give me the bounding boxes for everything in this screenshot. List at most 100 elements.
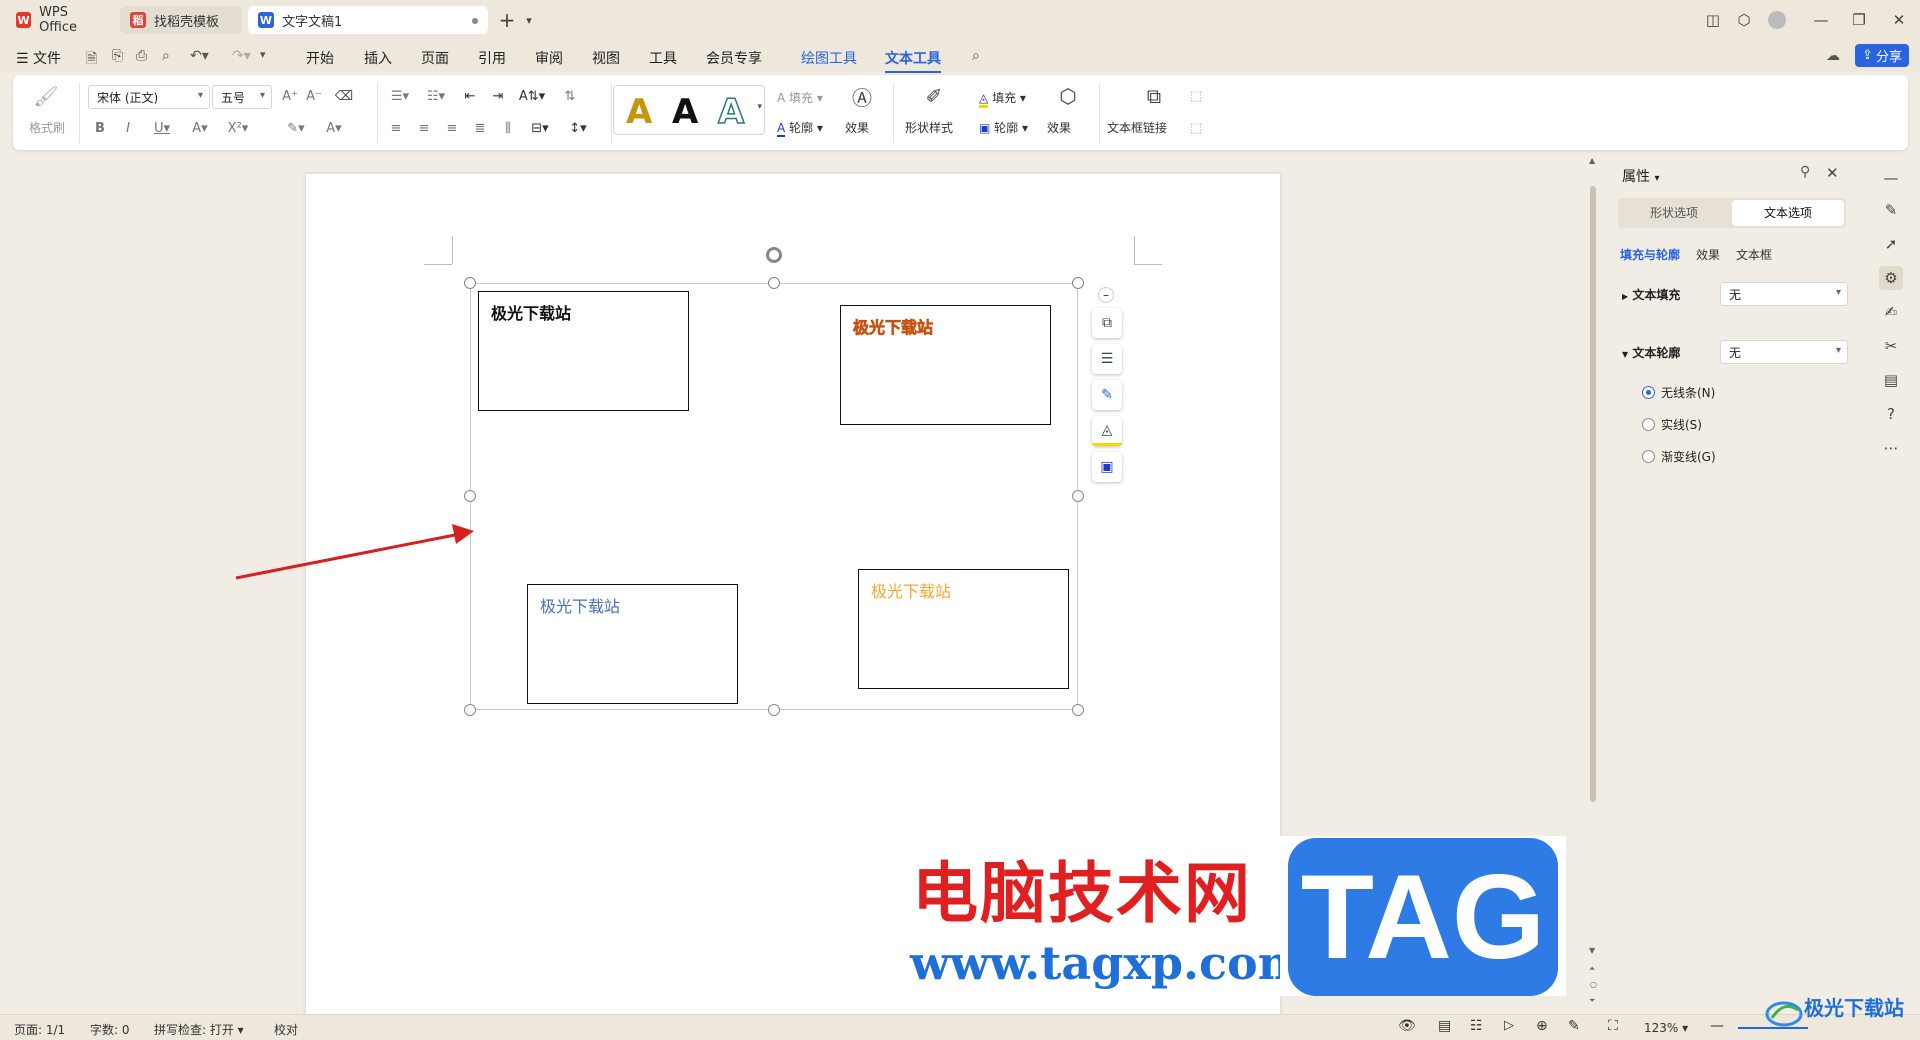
- sort-icon[interactable]: ⇅: [559, 85, 581, 107]
- pen-icon[interactable]: ✎: [1568, 1018, 1580, 1034]
- shape-effect-label[interactable]: 效果: [1047, 119, 1071, 136]
- redo-icon[interactable]: ↷▾: [232, 48, 251, 64]
- more-icon[interactable]: ⋯: [1879, 436, 1903, 460]
- break-link-icon[interactable]: ⬚: [1185, 117, 1207, 139]
- tab-docer[interactable]: 稻 找稻壳模板: [120, 6, 242, 34]
- style-preview-black[interactable]: A: [672, 92, 698, 132]
- proofread-button[interactable]: 校对: [274, 1021, 298, 1038]
- radio-solid-line[interactable]: 实线(S): [1642, 416, 1702, 433]
- shape-style-icon[interactable]: ✐: [921, 83, 947, 109]
- subtab-effects[interactable]: 效果: [1696, 246, 1720, 263]
- radio-dot[interactable]: [1642, 450, 1655, 463]
- textbox-link-icon[interactable]: ⧉: [1141, 83, 1167, 109]
- radio-dot[interactable]: [1642, 386, 1655, 399]
- align-center-icon[interactable]: ≡: [413, 117, 435, 139]
- menu-home[interactable]: 开始: [306, 48, 334, 68]
- gallery-more-icon[interactable]: ▾: [757, 102, 762, 112]
- undo-icon[interactable]: ↶▾: [190, 48, 209, 64]
- properties-sliders-icon[interactable]: ⚙: [1879, 266, 1903, 290]
- line-spacing-icon[interactable]: ↕▾: [563, 117, 593, 139]
- share-button[interactable]: ⇪ 分享: [1855, 44, 1909, 67]
- chevron-down-icon[interactable]: ▾: [516, 8, 542, 32]
- resize-handle[interactable]: [1072, 704, 1084, 716]
- justify-icon[interactable]: ≣: [469, 117, 491, 139]
- avatar[interactable]: [1764, 8, 1790, 32]
- edit-shape-icon[interactable]: ✎: [1092, 380, 1122, 410]
- text-effect-icon[interactable]: Ⓐ: [849, 83, 875, 110]
- decrease-indent-icon[interactable]: ⇤: [459, 85, 481, 107]
- unsaved-dot-icon[interactable]: [472, 18, 478, 24]
- vertical-scrollbar[interactable]: ▲ ▼ ⏶ ○ ⏷: [1587, 156, 1599, 1014]
- print-icon[interactable]: ⎙: [136, 48, 147, 64]
- clear-format-icon[interactable]: ⌫: [333, 85, 355, 107]
- text-outline-section-toggle[interactable]: ▼ 文本轮廓: [1622, 344, 1680, 361]
- zoom-out-icon[interactable]: —: [1710, 1018, 1724, 1034]
- resize-handle[interactable]: [1072, 277, 1084, 289]
- distribute-icon[interactable]: ⫼: [497, 117, 519, 139]
- text-direction-icon[interactable]: A⇅▾: [517, 85, 547, 107]
- subtab-textbox[interactable]: 文本框: [1736, 246, 1772, 263]
- align-right-icon[interactable]: ≡: [441, 117, 463, 139]
- resize-handle[interactable]: [1072, 490, 1084, 502]
- create-link-icon[interactable]: ⬚: [1185, 85, 1207, 107]
- text-box-3[interactable]: 极光下载站: [527, 584, 738, 704]
- menu-text-tools[interactable]: 文本工具: [885, 48, 941, 73]
- radio-no-line[interactable]: 无线条(N): [1642, 384, 1715, 401]
- align-left-icon[interactable]: ≡: [385, 117, 407, 139]
- strikethrough-icon[interactable]: A▾: [185, 117, 215, 139]
- cube-icon[interactable]: ⬡: [1731, 8, 1757, 32]
- browse-object-icon[interactable]: ○: [1590, 980, 1597, 989]
- help-icon[interactable]: ?: [1879, 402, 1903, 426]
- spell-check-toggle[interactable]: 拼写检查: 打开 ▾: [154, 1021, 244, 1038]
- outline-view-icon[interactable]: ☷: [1470, 1018, 1483, 1034]
- shape-outline-button[interactable]: ▣ 轮廓 ▾: [979, 119, 1028, 136]
- text-fill-select[interactable]: 无 ▾: [1720, 282, 1848, 306]
- tab-document-active[interactable]: W 文字文稿1: [248, 6, 488, 34]
- increase-indent-icon[interactable]: ⇥: [487, 85, 509, 107]
- font-size-select[interactable]: 五号 ▾: [212, 85, 272, 109]
- radio-dot[interactable]: [1642, 418, 1655, 431]
- resize-handle[interactable]: [768, 704, 780, 716]
- scroll-thumb[interactable]: [1590, 186, 1596, 802]
- pin-icon[interactable]: ⚲: [1800, 164, 1810, 180]
- layout-options-icon[interactable]: ⧉: [1092, 308, 1122, 338]
- select-arrow-icon[interactable]: ➚: [1879, 232, 1903, 256]
- subtab-fill-outline[interactable]: 填充与轮廓: [1620, 246, 1680, 263]
- menu-drawing-tools[interactable]: 绘图工具: [801, 48, 857, 68]
- radio-gradient-line[interactable]: 渐变线(G): [1642, 448, 1716, 465]
- vertical-align-icon[interactable]: ⊟▾: [525, 117, 555, 139]
- tools-icon[interactable]: ✂: [1879, 334, 1903, 358]
- scroll-down-icon[interactable]: ▼: [1589, 946, 1595, 955]
- minimize-icon[interactable]: —: [1808, 8, 1834, 32]
- close-panel-icon[interactable]: ✕: [1826, 164, 1839, 182]
- resize-handle[interactable]: [464, 277, 476, 289]
- page-down-icon[interactable]: ⏷: [1589, 996, 1595, 1006]
- outline-color-icon[interactable]: ▣: [1092, 452, 1122, 482]
- book-icon[interactable]: ▤: [1879, 368, 1903, 392]
- numbering-icon[interactable]: ☷▾: [421, 85, 451, 107]
- menu-review[interactable]: 审阅: [535, 48, 563, 68]
- bullets-icon[interactable]: ☰▾: [385, 85, 415, 107]
- rotate-handle-icon[interactable]: [766, 247, 782, 263]
- underline-icon[interactable]: U▾: [147, 117, 177, 139]
- grow-font-icon[interactable]: A⁺: [279, 85, 301, 107]
- file-menu[interactable]: ☰ 文件: [16, 48, 61, 68]
- panel-title[interactable]: 属性 ▾: [1622, 166, 1659, 186]
- web-view-icon[interactable]: ⊕: [1536, 1018, 1548, 1034]
- style-icon[interactable]: ✍: [1879, 300, 1903, 324]
- menu-tools[interactable]: 工具: [649, 48, 677, 68]
- zoom-level[interactable]: 123% ▾: [1644, 1021, 1688, 1035]
- tab-text-options[interactable]: 文本选项: [1732, 200, 1844, 226]
- cloud-icon[interactable]: ☁: [1826, 48, 1840, 64]
- collapse-sidebar-icon[interactable]: —: [1879, 166, 1903, 190]
- text-outline-button[interactable]: A 轮廓 ▾: [777, 119, 823, 137]
- text-box-content[interactable]: 极光下载站: [871, 578, 951, 602]
- link-icon[interactable]: ⎘: [112, 48, 123, 64]
- text-box-2[interactable]: 极光下载站: [840, 305, 1051, 425]
- scroll-up-icon[interactable]: ▲: [1589, 156, 1595, 165]
- tab-wps-office[interactable]: W WPS Office: [6, 5, 116, 35]
- style-preview-gold[interactable]: A: [626, 92, 652, 132]
- menu-insert[interactable]: 插入: [364, 48, 392, 68]
- style-preview-outline[interactable]: A: [717, 91, 745, 133]
- text-box-4[interactable]: 极光下载站: [858, 569, 1069, 689]
